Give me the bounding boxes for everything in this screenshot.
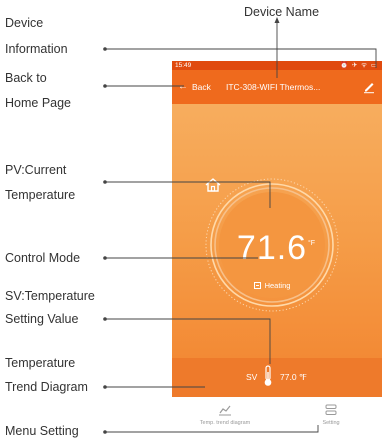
callout-sv-line2: Setting Value — [5, 312, 79, 326]
control-mode[interactable]: Heating — [204, 281, 340, 290]
current-temperature-value: 71.6 — [236, 229, 308, 267]
callout-device-information-line1: Device — [5, 16, 44, 30]
setting-menu-icon — [325, 404, 337, 415]
callout-trend-line1: Temperature — [5, 356, 76, 370]
callout-pv-line1: PV:Current — [5, 163, 67, 177]
back-label: Back — [192, 82, 211, 92]
back-button[interactable]: ← Back — [178, 81, 211, 93]
device-name-title: ITC-308-WIFI Thermos... — [226, 82, 321, 92]
edit-icon[interactable] — [362, 80, 376, 94]
back-arrow-icon: ← — [178, 81, 188, 92]
tab-setting-label: Setting — [322, 420, 340, 426]
tab-trend-label: Temp. trend diagram — [199, 420, 251, 426]
control-mode-label: Heating — [264, 281, 291, 290]
temperature-panel: 71.6 °F Heating — [172, 104, 382, 358]
status-bar: 15:49 ⏰ ✈ ᯤ ▭ — [172, 61, 382, 70]
thermometer-icon — [264, 365, 272, 386]
bottom-menu: Temp. trend diagram Setting — [172, 397, 382, 436]
callout-back-line1: Back to — [5, 71, 47, 85]
tab-setting[interactable]: Setting — [281, 403, 381, 426]
callout-control-mode: Control Mode — [5, 251, 81, 265]
status-icons: ⏰ ✈ ᯤ ▭ — [339, 62, 378, 69]
status-time: 15:49 — [175, 62, 192, 69]
sv-label: SV — [246, 372, 258, 382]
callout-trend-line2: Trend Diagram — [5, 380, 88, 394]
trend-chart-icon — [219, 405, 231, 416]
callout-pv-line2: Temperature — [5, 188, 76, 202]
callout-device-information-line2: Information — [5, 42, 68, 56]
heating-icon — [253, 282, 261, 289]
set-value: 77.0 ℉ — [280, 372, 307, 382]
temperature-dial: 71.6 °F Heating — [204, 177, 340, 313]
callout-device-name: Device Name — [244, 5, 320, 19]
temperature-unit: °F — [308, 240, 316, 247]
tab-trend-diagram[interactable]: Temp. trend diagram — [175, 403, 275, 426]
phone-screen: 15:49 ⏰ ✈ ᯤ ▭ ← Back ITC-308-WIFI Thermo… — [172, 61, 382, 436]
app-header: ← Back ITC-308-WIFI Thermos... — [172, 70, 382, 104]
set-value-bar[interactable]: SV 77.0 ℉ — [172, 358, 382, 397]
home-icon — [205, 178, 221, 192]
callout-back-line2: Home Page — [5, 96, 72, 110]
callout-sv-line1: SV:Temperature — [5, 289, 95, 303]
